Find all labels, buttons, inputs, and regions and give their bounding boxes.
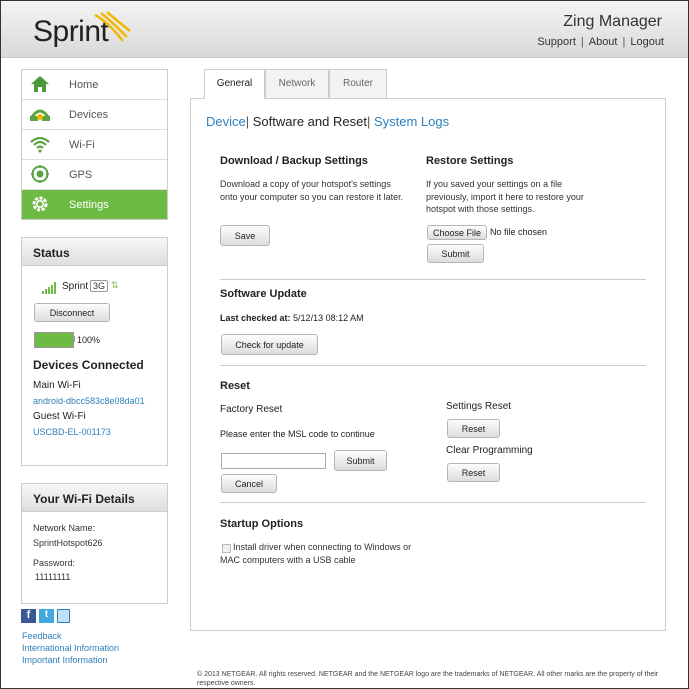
subnav-separator: | [245,114,250,129]
download-text: Download a copy of your hotspot's settin… [220,179,404,202]
network-name-label: Network Name: [33,523,96,533]
sidebar-nav: Home Devices Wi-Fi GPS Settings [21,69,168,220]
password-label: Password: [33,558,76,568]
battery-percent: 100% [77,335,101,345]
settings-content: Device| Software and Reset| System Logs … [190,98,666,631]
cancel-button[interactable]: Cancel [221,474,277,493]
sidebar-item-label: Devices [69,109,109,121]
settings-subnav: Device| Software and Reset| System Logs [206,114,449,129]
guest-wifi-device-link[interactable]: USCBD-EL-001173 [33,427,111,437]
link-separator: | [580,36,584,48]
startup-options-title: Startup Options [220,518,304,530]
important-info-link[interactable]: Important Information [22,655,108,665]
mobile-icon[interactable] [57,609,70,623]
guest-wifi-label: Guest Wi-Fi [33,411,86,422]
tab-router[interactable]: Router [329,69,387,98]
restore-text: If you saved your settings on a file pre… [426,179,584,214]
factory-reset-title: Factory Reset [220,404,283,415]
last-checked-label: Last checked at: [220,313,291,323]
gps-icon [31,165,49,183]
about-link[interactable]: About [589,36,618,48]
software-update-title: Software Update [220,288,307,300]
data-activity-icon: ⇅ [111,280,119,290]
no-file-text: No file chosen [490,227,548,237]
download-title: Download / Backup Settings [220,155,368,167]
sidebar-item-label: Settings [69,199,109,211]
sidebar-item-wifi[interactable]: Wi-Fi [22,130,167,160]
sprint-logo-icon [94,11,131,42]
sidebar-item-settings[interactable]: Settings [22,190,167,219]
sidebar-item-devices[interactable]: Devices [22,100,167,130]
status-panel-title: Status [22,238,167,266]
last-checked-value: 5/12/13 08:12 AM [293,313,364,323]
network-name-value: SprintHotspot626 [33,538,103,548]
support-link[interactable]: Support [537,36,576,48]
sidebar-item-home[interactable]: Home [22,70,167,100]
main-wifi-device-link[interactable]: android-dbcc583c8e08da01 [33,396,145,406]
battery-tip [73,336,75,342]
main-wifi-label: Main Wi-Fi [33,380,81,391]
subnav-device-link[interactable]: Device [206,114,246,129]
clear-programming-button[interactable]: Reset [447,463,500,482]
save-button[interactable]: Save [220,225,270,246]
subnav-separator: | [366,114,371,129]
section-divider [220,279,646,280]
settings-reset-button[interactable]: Reset [447,419,500,438]
header-bar: Sprint Zing Manager Support | About | Logout [1,1,688,58]
disconnect-button[interactable]: Disconnect [34,303,110,322]
app-title: Zing Manager [563,13,662,30]
status-panel: Status Sprint 3G ⇅ Disconnect 100% Devic… [21,237,168,466]
wifi-details-panel: Your Wi-Fi Details Network Name: SprintH… [21,483,168,604]
last-checked: Last checked at: 5/12/13 08:12 AM [220,313,364,323]
battery-icon [34,332,74,348]
sidebar-item-label: Home [69,79,99,91]
password-value: 11111111 [35,572,71,582]
twitter-icon[interactable]: t [39,609,54,623]
install-driver-text: Install driver when connecting to Window… [220,542,412,565]
sidebar-item-gps[interactable]: GPS [22,160,167,190]
section-divider [220,502,646,503]
home-icon [31,76,49,92]
feedback-link[interactable]: Feedback [22,631,62,641]
devices-icon [30,109,50,121]
restore-submit-button[interactable]: Submit [427,244,484,263]
subnav-system-logs-link[interactable]: System Logs [374,114,449,129]
factory-reset-submit-button[interactable]: Submit [334,450,387,471]
link-separator: | [622,36,626,48]
choose-file-button[interactable]: Choose File [427,225,487,240]
subnav-software-reset: Software and Reset [252,114,367,129]
top-links: Support | About | Logout [537,36,664,48]
wifi-details-title: Your Wi-Fi Details [22,484,167,512]
facebook-icon[interactable]: f [21,609,36,623]
reset-title: Reset [220,380,250,392]
tab-network[interactable]: Network [265,69,329,98]
msl-code-input[interactable] [221,453,326,469]
clear-programming-title: Clear Programming [446,445,533,456]
check-update-button[interactable]: Check for update [221,334,318,355]
battery-level-fill [35,333,73,347]
wifi-icon [30,136,50,153]
carrier-name: Sprint [62,281,89,292]
logout-link[interactable]: Logout [630,36,664,48]
signal-strength-icon [42,282,56,294]
settings-icon [32,196,48,212]
settings-reset-title: Settings Reset [446,401,512,412]
sidebar-item-label: GPS [69,169,93,181]
international-info-link[interactable]: International Information [22,643,119,653]
tab-general[interactable]: General [204,69,265,99]
footer-copyright: © 2013 NETGEAR. All rights reserved. NET… [197,671,659,687]
network-type-badge: 3G [90,280,109,292]
msl-prompt: Please enter the MSL code to continue [220,429,375,439]
sidebar-item-label: Wi-Fi [69,139,95,151]
restore-title: Restore Settings [426,155,514,167]
section-divider [220,365,646,366]
devices-connected-title: Devices Connected [33,358,144,372]
